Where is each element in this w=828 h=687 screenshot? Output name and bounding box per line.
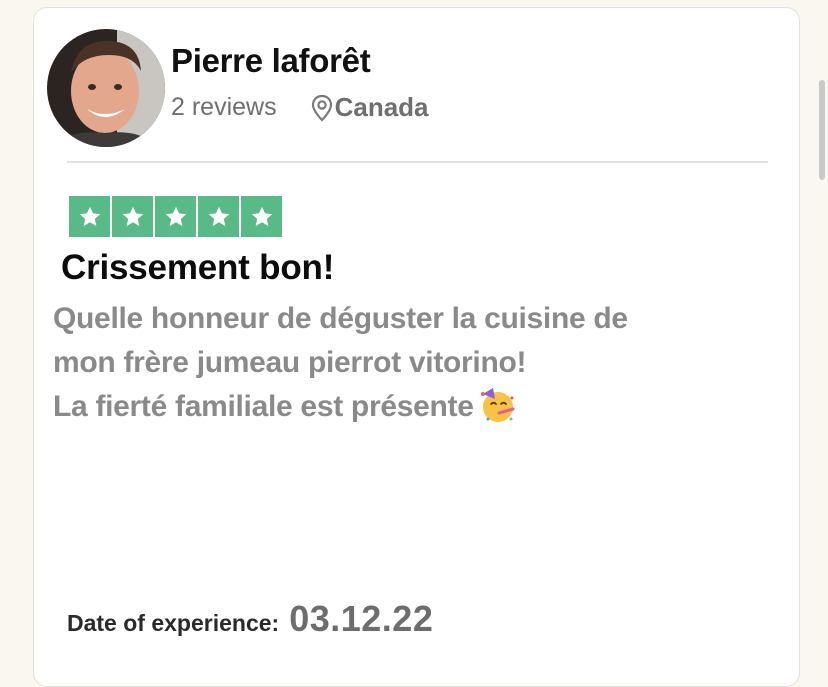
review-card: Pierre laforêt 2 reviews Canada Crisseme… xyxy=(33,7,800,687)
location-pin-icon xyxy=(311,94,333,122)
reviewer-meta: 2 reviews Canada xyxy=(171,92,429,123)
star-icon xyxy=(241,196,282,237)
date-of-experience: Date of experience: 03.12.22 xyxy=(67,598,433,640)
reviewer-country: Canada xyxy=(334,92,429,122)
reviews-count: 2 reviews xyxy=(171,93,277,121)
star-icon xyxy=(155,196,196,237)
partying-face-icon xyxy=(478,386,516,424)
divider xyxy=(67,161,768,163)
star-rating xyxy=(69,196,284,237)
review-title[interactable]: Crissement bon! xyxy=(61,248,334,288)
date-label: Date of experience: xyxy=(67,610,280,636)
reviewer-avatar[interactable] xyxy=(47,29,165,147)
star-icon xyxy=(69,196,110,237)
star-icon xyxy=(112,196,153,237)
date-value: 03.12.22 xyxy=(289,598,434,639)
review-body-line: Quelle honneur de déguster la cuisine de xyxy=(53,302,628,335)
review-body-line-text: La fierté familiale est présente xyxy=(53,390,474,423)
scrollbar[interactable] xyxy=(819,80,825,180)
reviewer-name[interactable]: Pierre laforêt xyxy=(171,42,371,80)
review-body-line: La fierté familiale est présente xyxy=(53,385,773,429)
review-body: Quelle honneur de déguster la cuisine de… xyxy=(53,297,773,429)
review-body-line: mon frère jumeau pierrot vitorino! xyxy=(53,346,527,379)
star-icon xyxy=(198,196,239,237)
